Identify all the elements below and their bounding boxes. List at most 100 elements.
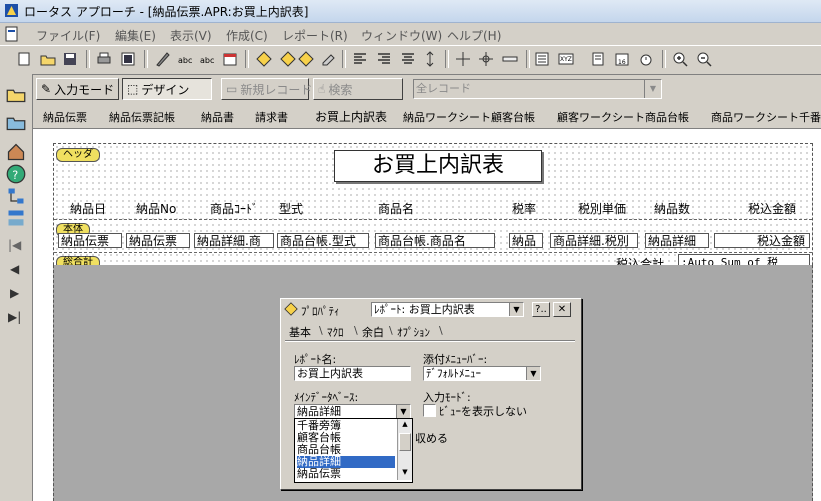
scroll-up-icon[interactable]: ▲ [399,420,411,430]
report-icon[interactable] [588,49,608,69]
tab-okaiage-uchiwake[interactable]: お買上内訳表 [315,108,387,125]
menu-file[interactable]: ファイル(F) [36,27,100,44]
help-icon[interactable]: ? [6,164,26,184]
menu-create[interactable]: 作成(C) [226,27,268,44]
column-header[interactable]: 税別単価 [578,200,626,217]
menu-view[interactable]: 表示(V) [170,27,212,44]
column-header[interactable]: 型式 [279,200,303,217]
body-field[interactable]: 税込金額 [714,233,810,248]
tab-shohin-daicho[interactable]: 商品台帳 [645,109,689,125]
grid-icon[interactable] [453,49,473,69]
calendar-icon[interactable] [220,49,240,69]
tab-kokyaku-daicho[interactable]: 顧客台帳 [491,109,535,125]
align-left-icon[interactable] [350,49,370,69]
main-db-dropdown-list[interactable]: 千番旁簿 顧客台帳 商品台帳 納品詳細 納品伝票 ▲ ▼ [294,418,413,483]
eraser-icon[interactable] [318,49,338,69]
column-header[interactable]: 商品名 [378,200,414,217]
target-select[interactable]: ﾚﾎﾟｰﾄ: お買上内訳表 ▼ [371,302,524,317]
chevron-down-icon[interactable]: ▼ [509,303,523,316]
tab-senban[interactable]: 千番 [799,109,821,125]
search-button[interactable]: ☝ 検索 [313,78,403,100]
body-field[interactable]: 商品台帳.商品名 [375,233,495,248]
scroll-down-icon[interactable]: ▼ [399,468,411,478]
align-right-icon[interactable] [374,49,394,69]
print-icon[interactable] [94,49,114,69]
body-field[interactable]: 納品 [509,233,543,248]
diamond-down-icon[interactable] [296,49,316,69]
header-section-tag[interactable]: ヘッダ [56,148,100,162]
home-icon[interactable] [6,142,26,162]
tab-shohin-worksheet[interactable]: 商品ワークシート [711,109,799,125]
diamond-up-icon[interactable] [278,49,298,69]
dropdown-scrollbar[interactable]: ▲ ▼ [397,419,412,480]
tab-nouhinsho[interactable]: 納品書 [201,109,234,125]
body-field[interactable]: 商品台帳.型式 [277,233,369,248]
tab-macro[interactable]: ﾏｸﾛ [327,324,344,340]
tab-nouhin-denpyo-kicho[interactable]: 納品伝票記帳 [109,109,175,125]
record-filter-select[interactable]: 全レコード ▼ [413,79,662,99]
design-button[interactable]: ⬚ デザイン [122,78,212,100]
body-field[interactable]: 商品詳細.税別 [550,233,638,248]
body-field[interactable]: 納品伝票 [126,233,190,248]
close-button[interactable]: ✕ [553,302,571,317]
body-field[interactable]: 納品詳細.商 [194,233,274,248]
chevron-down-icon[interactable]: ▼ [526,367,540,380]
body-field[interactable]: 納品詳細 [645,233,709,248]
next-record-icon[interactable]: ▶ [10,286,26,302]
chevron-down-icon[interactable]: ▼ [644,80,661,98]
main-db-select[interactable]: 納品詳細 ▼ [294,404,411,419]
ruler-icon[interactable] [500,49,520,69]
tab-kokyaku-worksheet[interactable]: 顧客ワークシート [557,109,645,125]
abc-icon[interactable]: abc [176,49,196,69]
column-header[interactable]: 商品ｺｰﾄﾞ [210,200,258,217]
menu-edit[interactable]: 編集(E) [115,27,156,44]
align-center-icon[interactable] [398,49,418,69]
tab-basic[interactable]: 基本 [289,324,311,340]
dropdown-option[interactable]: 納品伝票 [297,468,395,480]
body-field[interactable]: 納品伝票 [58,233,122,248]
timer-icon[interactable] [636,49,656,69]
doc-icon[interactable] [4,26,20,42]
view-hide-checkbox[interactable] [423,404,436,417]
new-record-button[interactable]: ▭ 新規レコード [221,78,312,100]
tab-seikyusho[interactable]: 請求書 [255,109,288,125]
column-header[interactable]: 納品No [136,200,176,217]
prev-record-icon[interactable]: ◀ [10,262,26,278]
snap-icon[interactable] [476,49,496,69]
menu-help[interactable]: ヘルプ(H) [447,27,501,44]
vertical-align-icon[interactable] [420,49,440,69]
help-button[interactable]: ?.. [532,302,550,317]
tab-nouhin-worksheet[interactable]: 納品ワークシート [403,109,491,125]
column-header[interactable]: 税率 [512,200,536,217]
form-icon[interactable] [532,49,552,69]
chevron-down-icon[interactable]: ▼ [396,405,410,418]
draw-icon[interactable] [153,49,173,69]
zoom-in-icon[interactable] [670,49,690,69]
new-icon[interactable] [14,49,34,69]
zoom-out-icon[interactable] [694,49,714,69]
dialog-title-bar[interactable]: ﾌﾟﾛﾊﾟﾃｨ ﾚﾎﾟｰﾄ: お買上内訳表 ▼ ?.. ✕ [281,299,581,319]
folder-icon[interactable] [6,112,26,132]
first-record-icon[interactable]: |◀ [8,238,24,254]
scroll-thumb[interactable] [399,433,411,451]
abc-spell-icon[interactable]: abc [198,49,218,69]
column-header[interactable]: 納品日 [70,200,106,217]
column-header[interactable]: 税込金額 [748,200,796,217]
tab-nouhin-denpyo[interactable]: 納品伝票 [43,109,87,125]
diamond-icon[interactable] [254,49,274,69]
tab-margin[interactable]: 余白 [362,324,384,340]
preview-icon[interactable] [118,49,138,69]
structure-icon[interactable] [6,208,26,228]
save-icon[interactable] [60,49,80,69]
last-record-icon[interactable]: ▶| [8,310,24,326]
menu-window[interactable]: ウィンドウ(W) [361,27,442,44]
tab-options[interactable]: ｵﾌﾟｼｮﾝ [397,324,430,340]
open-icon[interactable] [38,49,58,69]
report-title[interactable]: お買上内訳表 [334,150,542,182]
open-folder-icon[interactable] [6,84,26,104]
menu-report[interactable]: レポート(R) [282,27,348,44]
xyz-icon[interactable]: XYZ [556,49,576,69]
attached-menu-select[interactable]: ﾃﾞﾌｫﾙﾄﾒﾆｭｰ ▼ [423,366,541,381]
tree-icon[interactable] [6,186,26,206]
column-header[interactable]: 納品数 [654,200,690,217]
